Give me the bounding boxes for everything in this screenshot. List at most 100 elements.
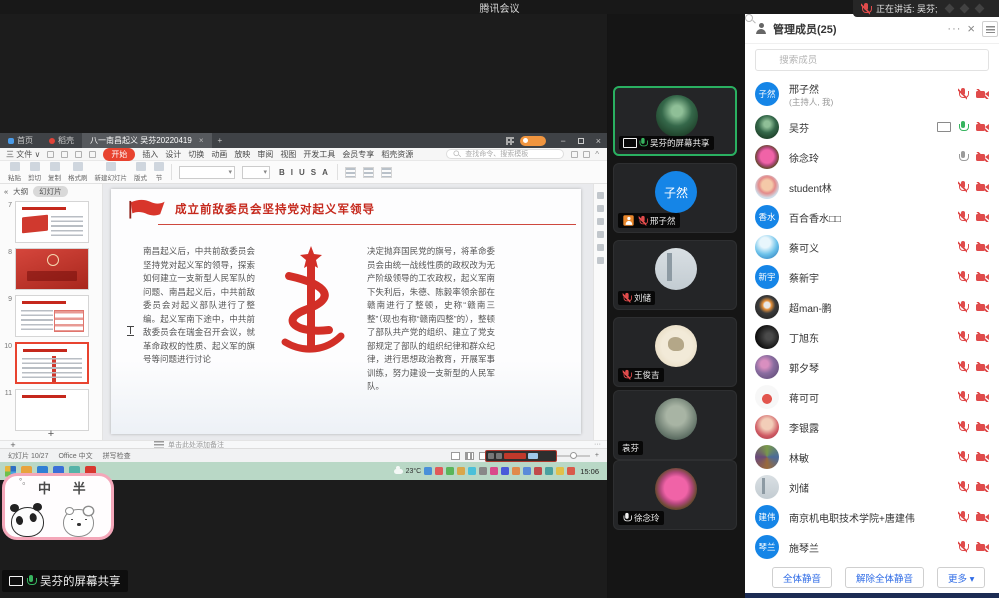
undo-icon[interactable] (75, 151, 82, 158)
font-style-button-A[interactable]: A (320, 168, 330, 177)
camera-off-icon[interactable] (976, 242, 989, 252)
wps-menu-9[interactable]: 会员专享 (342, 149, 374, 160)
new-doc-tab-button[interactable]: + (212, 136, 229, 145)
ribbon-item-3[interactable]: 格式刷 (68, 162, 88, 182)
tray-icon-0[interactable] (424, 467, 432, 475)
pane-tab-1[interactable]: 幻灯片 (33, 186, 68, 197)
weather-icon[interactable] (394, 469, 403, 474)
font-style-button-S[interactable]: S (309, 168, 318, 177)
tray-icon-4[interactable] (468, 467, 476, 475)
member-row-1[interactable]: 吴芬 (745, 112, 999, 142)
member-row-9[interactable]: 郭夕琴 (745, 352, 999, 382)
ribbon-item-4[interactable]: 新建幻灯片 (95, 162, 128, 182)
member-row-10[interactable]: 蒋可可 (745, 382, 999, 412)
tray-icon-13[interactable] (567, 467, 575, 475)
minimize-button[interactable]: − (554, 136, 571, 146)
slide-thumbnail-9[interactable] (15, 295, 89, 337)
print-icon[interactable] (61, 151, 68, 158)
member-row-8[interactable]: 丁旭东 (745, 322, 999, 352)
camera-off-icon[interactable] (976, 362, 989, 372)
redo-icon[interactable] (89, 151, 96, 158)
wps-docer-tab[interactable]: 稻壳 (41, 133, 82, 148)
video-tile-4[interactable]: 袁芬 (613, 390, 737, 460)
add-slide-button[interactable]: + (0, 429, 102, 439)
command-search-box[interactable]: 查找命令、搜索模板 (446, 149, 564, 159)
slide-title[interactable]: 成立前敌委员会坚持党对起义军领导 (175, 201, 375, 217)
member-row-4[interactable]: 香水百合香水□□ (745, 202, 999, 232)
camera-off-icon[interactable] (976, 272, 989, 282)
tray-icon-7[interactable] (501, 467, 509, 475)
maximize-button[interactable] (572, 136, 590, 146)
tray-icon-2[interactable] (446, 467, 454, 475)
panel-menu-button[interactable] (982, 21, 998, 37)
slide-thumbnail-7[interactable] (15, 201, 89, 243)
layout-grid-icon[interactable] (506, 137, 514, 145)
camera-off-icon[interactable] (976, 302, 989, 312)
mic-muted-icon[interactable] (958, 451, 967, 463)
collapse-ribbon-icon[interactable]: ^ (595, 150, 599, 159)
video-tile-3[interactable]: 王俊吉 (613, 317, 737, 387)
tray-icon-10[interactable] (534, 467, 542, 475)
member-search-input[interactable] (779, 55, 980, 66)
camera-off-icon[interactable] (976, 482, 989, 492)
close-doc-icon[interactable]: × (199, 136, 204, 145)
font-family-select[interactable] (179, 166, 235, 179)
rail-icon[interactable] (597, 244, 604, 251)
rail-icon[interactable] (597, 257, 604, 264)
tray-icon-6[interactable] (490, 467, 498, 475)
camera-off-icon[interactable] (976, 89, 989, 99)
video-tile-1[interactable]: 子然邢子然 (613, 163, 737, 233)
mic-muted-icon[interactable] (958, 541, 967, 553)
ribbon-item-1[interactable]: 剪切 (28, 162, 41, 182)
font-style-button-B[interactable]: B (277, 168, 287, 177)
mic-muted-icon[interactable] (958, 511, 967, 523)
mic-muted-icon[interactable] (958, 361, 967, 373)
tray-icon-8[interactable] (512, 467, 520, 475)
rail-icon[interactable] (597, 231, 604, 238)
end-share-button[interactable] (504, 453, 526, 459)
align-center-icon[interactable] (363, 167, 374, 178)
mic-muted-icon[interactable] (958, 481, 967, 493)
mic-muted-icon[interactable] (958, 391, 967, 403)
account-pill[interactable] (520, 136, 546, 146)
tray-icon-11[interactable] (545, 467, 553, 475)
panel-close-icon[interactable]: × (967, 21, 975, 36)
document-tab[interactable]: 八一南昌起义 吴芬20220419× (82, 133, 212, 148)
camera-off-icon[interactable] (976, 212, 989, 222)
sorter-view-icon[interactable] (465, 452, 474, 460)
wps-menu-8[interactable]: 开发工具 (303, 149, 335, 160)
rail-icon[interactable] (597, 192, 604, 199)
member-row-3[interactable]: student林 (745, 172, 999, 202)
video-tile-0[interactable]: 吴芬的屏幕共享 (613, 86, 737, 156)
tray-icon-9[interactable] (523, 467, 531, 475)
rail-icon[interactable] (597, 218, 604, 225)
member-row-11[interactable]: 李银露 (745, 412, 999, 442)
wps-menu-10[interactable]: 稻壳资源 (381, 149, 413, 160)
panel-more-icon[interactable]: ··· (947, 23, 961, 35)
mic-muted-icon[interactable] (958, 331, 967, 343)
mic-muted-icon[interactable] (958, 211, 967, 223)
tray-icon-12[interactable] (556, 467, 564, 475)
video-tile-5[interactable]: 徐念玲 (613, 460, 737, 530)
wps-menu-7[interactable]: 视图 (280, 149, 296, 160)
camera-off-icon[interactable] (976, 122, 989, 132)
camera-off-icon[interactable] (976, 152, 989, 162)
camera-off-icon[interactable] (976, 452, 989, 462)
wps-menu-3[interactable]: 切换 (188, 149, 204, 160)
floating-meeting-toolbar[interactable] (485, 450, 557, 462)
weather-temp[interactable]: 23°C (406, 468, 422, 475)
tray-icon-3[interactable] (457, 467, 465, 475)
member-row-2[interactable]: 徐念玲 (745, 142, 999, 172)
member-row-5[interactable]: 蔡可义 (745, 232, 999, 262)
mic-muted-icon[interactable] (958, 88, 967, 100)
wps-menu-2[interactable]: 设计 (165, 149, 181, 160)
align-left-icon[interactable] (345, 167, 356, 178)
wps-menu-4[interactable]: 动画 (211, 149, 227, 160)
camera-off-icon[interactable] (976, 392, 989, 402)
mic-muted-icon[interactable] (958, 181, 967, 193)
wps-menu-1[interactable]: 插入 (142, 149, 158, 160)
zoom-in-button[interactable]: + (595, 452, 599, 459)
video-tile-2[interactable]: 刘储 (613, 240, 737, 310)
camera-off-icon[interactable] (976, 512, 989, 522)
wps-menu-6[interactable]: 审阅 (257, 149, 273, 160)
